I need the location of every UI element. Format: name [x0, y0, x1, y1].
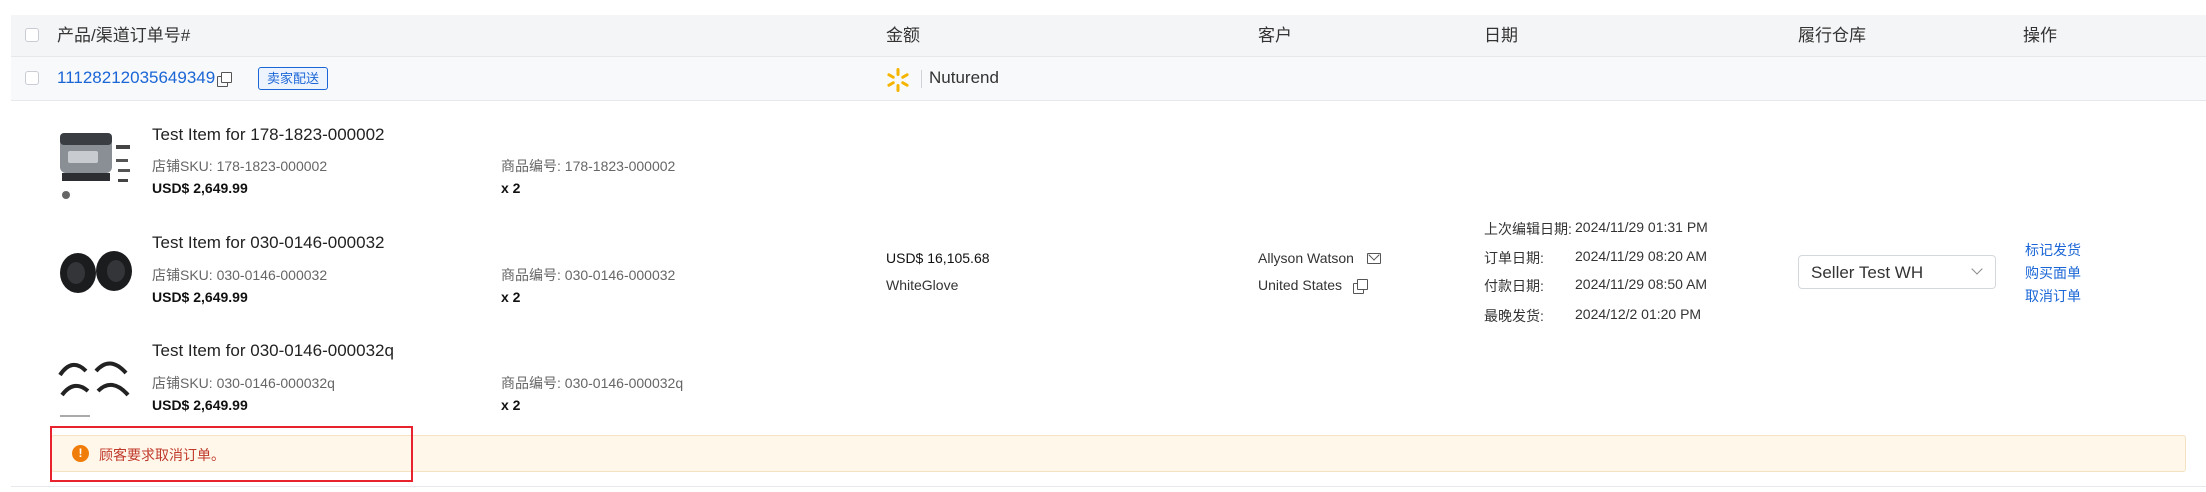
order-header-row: 111282120356493­49 卖家配送 Nuturend — [11, 56, 2206, 101]
warehouse-select-value: Seller Test WH — [1811, 263, 1924, 282]
product-image-speakers — [60, 251, 132, 293]
header-product: 产品/渠道订单号# — [57, 26, 191, 45]
order-number-link[interactable]: 111282120356493­49 — [57, 68, 215, 88]
divider — [921, 70, 922, 88]
product-quantity: x 2 — [501, 180, 521, 196]
date-value-ship-by: 2024/12/2 01:20 PM — [1575, 306, 1702, 322]
product-number: 商品编号: 030-0146-000032q — [501, 375, 684, 391]
order-checkbox[interactable] — [25, 71, 39, 85]
product-title[interactable]: Test Item for 030-0146-000032 — [152, 233, 384, 253]
product-store-sku: 店铺SKU: 030-0146-000032q — [152, 375, 335, 391]
copy-icon[interactable] — [217, 72, 232, 87]
date-label-ship-by: 最晚发货: — [1484, 308, 1544, 324]
product-price: USD$ 2,649.99 — [152, 289, 248, 305]
header-actions: 操作 — [2023, 26, 2057, 45]
date-label-order: 订单日期: — [1484, 250, 1544, 266]
date-value-order: 2024/11/29 08:20 AM — [1575, 248, 1708, 264]
product-number: 商品编号: 030-0146-000032 — [501, 267, 676, 283]
product-store-sku: 店铺SKU: 030-0146-000032 — [152, 267, 328, 283]
product-title[interactable]: Test Item for 030-0146-000032q — [152, 341, 394, 361]
chevron-down-icon — [1971, 263, 1983, 275]
fulfillment-tag: 卖家配送 — [258, 67, 329, 90]
copy-icon[interactable] — [1353, 279, 1368, 294]
customer-country: United States — [1258, 277, 1343, 293]
divider — [11, 486, 2206, 487]
table-header: 产品/渠道订单号# 金额 客户 日期 履行仓库 操作 — [11, 15, 2206, 56]
product-quantity: x 2 — [501, 397, 521, 413]
product-image-fenders — [58, 361, 130, 417]
shipping-method: WhiteGlove — [886, 277, 959, 293]
date-label-last-edited: 上次编辑日期: — [1484, 221, 1572, 237]
mail-icon[interactable] — [1367, 253, 1381, 264]
product-number: 商品编号: 178-1823-000002 — [501, 158, 676, 174]
walmart-spark-icon — [887, 68, 909, 92]
channel-name: Nuturend — [929, 68, 999, 87]
mark-shipped-link[interactable]: 标记发货 — [2025, 240, 2081, 260]
product-image-cooler — [60, 133, 130, 199]
date-value-last-edited: 2024/11/29 01:31 PM — [1575, 219, 1708, 235]
date-label-payment: 付款日期: — [1484, 278, 1544, 294]
product-store-sku: 店铺SKU: 178-1823-000002 — [152, 158, 328, 174]
product-title[interactable]: Test Item for 178-1823-000002 — [152, 125, 384, 145]
product-price: USD$ 2,649.99 — [152, 397, 248, 413]
customer-name: Allyson Watson — [1258, 250, 1354, 266]
highlight-box — [50, 426, 413, 482]
select-all-checkbox[interactable] — [25, 28, 39, 42]
product-price: USD$ 2,649.99 — [152, 180, 248, 196]
order-amount: USD$ 16,105.68 — [886, 250, 990, 266]
date-value-payment: 2024/11/29 08:50 AM — [1575, 276, 1708, 292]
header-amount: 金额 — [886, 26, 920, 45]
cancel-order-link[interactable]: 取消订单 — [2025, 286, 2081, 306]
buy-label-link[interactable]: 购买面单 — [2025, 263, 2081, 283]
header-warehouse: 履行仓库 — [1798, 26, 1866, 45]
header-customer: 客户 — [1258, 26, 1292, 45]
warehouse-select[interactable]: Seller Test WH — [1798, 255, 1996, 289]
header-date: 日期 — [1484, 26, 1518, 45]
product-quantity: x 2 — [501, 289, 521, 305]
